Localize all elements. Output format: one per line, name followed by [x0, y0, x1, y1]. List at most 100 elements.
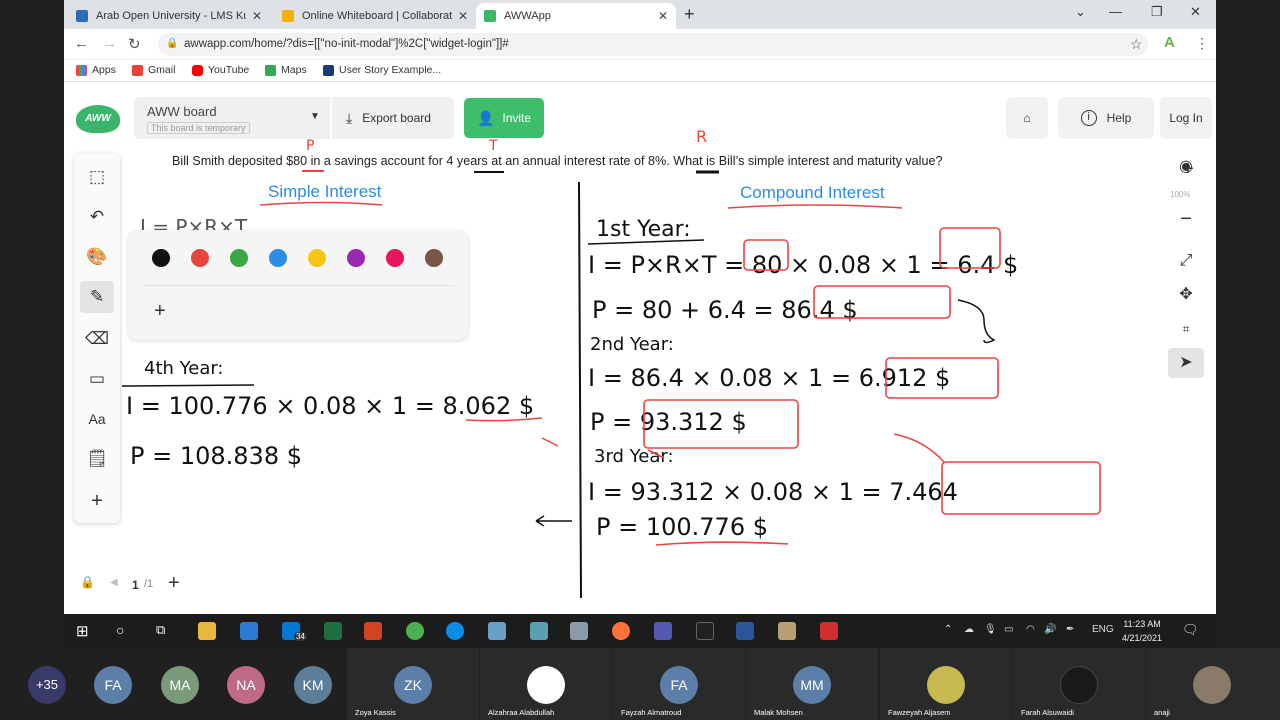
volume-icon[interactable]: 🔊 [1044, 624, 1056, 635]
swatch-brown[interactable] [425, 249, 443, 267]
photos-icon[interactable] [778, 622, 796, 640]
move-icon[interactable]: ✥ [1168, 280, 1204, 310]
annotation-t: T [488, 138, 498, 154]
compound-interest-heading: Compound Interest [740, 183, 885, 202]
file-explorer-icon[interactable] [198, 622, 216, 640]
word-icon[interactable] [736, 622, 754, 640]
windows-start-icon[interactable]: ⊞ [76, 622, 94, 640]
color-palette: + [128, 230, 468, 340]
teams-icon[interactable] [654, 622, 672, 640]
participant-tile[interactable]: FA Fayzah Almatroud [613, 648, 745, 720]
zoom-level: 100% [1170, 190, 1191, 199]
notification-icon[interactable]: 🗨 [1182, 622, 1199, 638]
undo-icon[interactable]: ↶ [80, 201, 114, 233]
add-page-icon[interactable]: + [168, 572, 180, 595]
zoom-out-icon[interactable]: − [1168, 204, 1204, 234]
sticky-note-icon[interactable]: 🗒 [80, 443, 114, 475]
eraser-icon[interactable]: ⌫ [80, 323, 114, 355]
pointer-icon[interactable]: ➤ [1168, 348, 1204, 378]
participant-avatar[interactable]: MA [161, 666, 199, 704]
firefox-icon[interactable] [612, 622, 630, 640]
simple-interest-heading: Simple Interest [268, 182, 382, 201]
add-color-button[interactable]: + [154, 300, 166, 323]
page-total: /1 [144, 578, 154, 590]
hw-line: 1st Year: [596, 217, 691, 242]
participant-name: Farah Alsuwaidi [1021, 708, 1074, 717]
store-icon[interactable] [240, 622, 258, 640]
select-tool-icon[interactable]: ⬚ [80, 161, 114, 193]
pen-icon[interactable]: ✒ [1066, 624, 1074, 635]
participant-tile[interactable]: MM Malak Mohsen [746, 648, 878, 720]
hw-line: I = P×R×T = 80 × 0.08 × 1 = 6.4 $ [588, 251, 1018, 279]
language-indicator[interactable]: ENG [1092, 624, 1114, 635]
hw-line: P = 80 + 6.4 = 86.4 $ [592, 296, 858, 324]
clock-date: 4/21/2021 [1122, 633, 1163, 643]
acrobat-icon[interactable] [820, 622, 838, 640]
swatch-purple[interactable] [347, 249, 365, 267]
page-navigation: 🔒 ◀ 1 /1 + [78, 572, 190, 598]
pencil-icon[interactable]: ✎ [80, 281, 114, 313]
red-highlights-left [465, 417, 559, 447]
participant-avatar: MM [793, 666, 831, 704]
participant-avatar[interactable]: NA [227, 666, 265, 704]
color-palette-icon[interactable]: 🎨 [80, 241, 114, 273]
swatch-red[interactable] [191, 249, 209, 267]
wifi-icon[interactable]: ◠ [1026, 624, 1035, 635]
edge-icon[interactable] [446, 622, 464, 640]
terminal-icon[interactable] [696, 622, 714, 640]
text-tool-icon[interactable]: Aa [80, 403, 114, 435]
settings-app-icon[interactable] [570, 622, 588, 640]
hw-line: 2nd Year: [590, 334, 674, 355]
participant-tile[interactable]: +35 [28, 666, 66, 704]
swatch-pink[interactable] [386, 249, 404, 267]
lock-icon[interactable]: 🔒 [80, 575, 95, 589]
participant-avatar: ZK [394, 666, 432, 704]
task-view-icon[interactable]: ⧉ [156, 622, 174, 640]
rectangle-icon[interactable]: ▭ [80, 363, 114, 395]
calculator-icon[interactable] [488, 622, 506, 640]
swatch-green[interactable] [230, 249, 248, 267]
chrome-icon[interactable] [406, 622, 424, 640]
swatch-black[interactable] [152, 249, 170, 267]
add-icon[interactable]: + [80, 485, 114, 517]
fullscreen-icon[interactable]: ⤢ [1168, 246, 1204, 276]
page-number: 1 [132, 578, 139, 592]
participant-avatar [1193, 666, 1231, 704]
participant-avatar [927, 666, 965, 704]
participant-name: Fayzah Almatroud [621, 708, 682, 717]
participant-avatar[interactable]: FA [94, 666, 132, 704]
battery-icon[interactable]: ▭ [1004, 624, 1013, 635]
underline-mark [259, 201, 383, 206]
participant-avatar[interactable]: KM [294, 666, 332, 704]
hw-line: P = 108.838 $ [130, 442, 302, 470]
participant-tile[interactable]: Farah Alsuwaidi [1013, 648, 1145, 720]
fit-icon[interactable]: ⌗ [1168, 314, 1204, 344]
search-icon[interactable]: ○ [116, 622, 134, 640]
swatch-blue[interactable] [269, 249, 287, 267]
zoom-in-icon[interactable]: + [1170, 154, 1206, 184]
excel-icon[interactable] [324, 622, 342, 640]
participant-tile[interactable]: Fawzeyah Aljasem [880, 648, 1012, 720]
divider [142, 285, 454, 286]
browser-window: Arab Open University - LMS Kuw ✕ Online … [64, 0, 1216, 614]
divider-line [578, 181, 582, 599]
hw-line: I = 86.4 × 0.08 × 1 = 6.912 $ [588, 364, 950, 392]
participant-tile[interactable]: Alzahraa Alabdullah [480, 648, 612, 720]
participant-name: anaji [1154, 708, 1170, 717]
tray-chevron-icon[interactable]: ⌃ [944, 624, 952, 635]
participant-avatar [1060, 666, 1098, 704]
swatch-yellow[interactable] [308, 249, 326, 267]
prev-page-icon[interactable]: ◀ [110, 577, 118, 588]
participants-strip: +35 FA MA NA KM ZK Zoya Kassis Alzahraa … [0, 648, 1280, 720]
app-icon[interactable] [530, 622, 548, 640]
mic-icon[interactable]: 🎙 [984, 624, 997, 635]
left-toolbar: ⬚ ↶ 🎨 ✎ ⌫ ▭ Aa 🗒 + [74, 153, 120, 523]
participant-tile[interactable]: ZK Zoya Kassis [347, 648, 479, 720]
participant-tile[interactable]: anaji [1146, 648, 1280, 720]
clock-time: 11:23 AM [1123, 619, 1161, 629]
clock[interactable]: 11:23 AM 4/21/2021 [1122, 617, 1162, 645]
mail-badge: 34 [294, 632, 307, 641]
cloud-icon[interactable]: ☁ [964, 624, 974, 635]
powerpoint-icon[interactable] [364, 622, 382, 640]
compound-work: 1st Year: I = P×R×T = 80 × 0.08 × 1 = 6.… [587, 217, 1018, 541]
